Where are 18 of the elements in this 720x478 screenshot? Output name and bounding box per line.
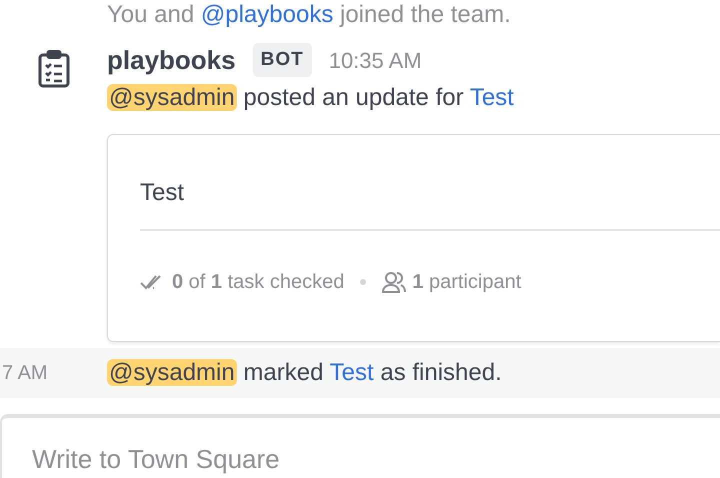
- mention-link[interactable]: @sysadmin: [107, 359, 237, 386]
- link[interactable]: Test: [330, 359, 374, 386]
- timestamp[interactable]: 7 AM: [0, 358, 107, 388]
- bot-badge: BOT: [252, 42, 312, 78]
- participant-count: 1 participant: [412, 270, 522, 295]
- mention-link[interactable]: @sysadmin: [107, 84, 237, 111]
- task-summary: 0 of 1 task checked: [172, 270, 344, 295]
- link[interactable]: @playbooks: [200, 1, 334, 28]
- clipboard-checklist-icon: [38, 50, 70, 88]
- post-message: @sysadmin posted an update for Test: [107, 83, 515, 113]
- message-input[interactable]: Write to Town Square: [0, 414, 720, 478]
- status-message: @sysadmin marked Test as finished.: [107, 358, 502, 388]
- author-name[interactable]: playbooks: [107, 40, 236, 80]
- card-title: Test: [140, 178, 186, 205]
- timestamp[interactable]: 10:35 AM: [328, 44, 422, 76]
- system-message: You and @playbooks joined the team.: [107, 1, 511, 29]
- users-icon: [382, 271, 406, 293]
- link[interactable]: Test: [470, 84, 514, 111]
